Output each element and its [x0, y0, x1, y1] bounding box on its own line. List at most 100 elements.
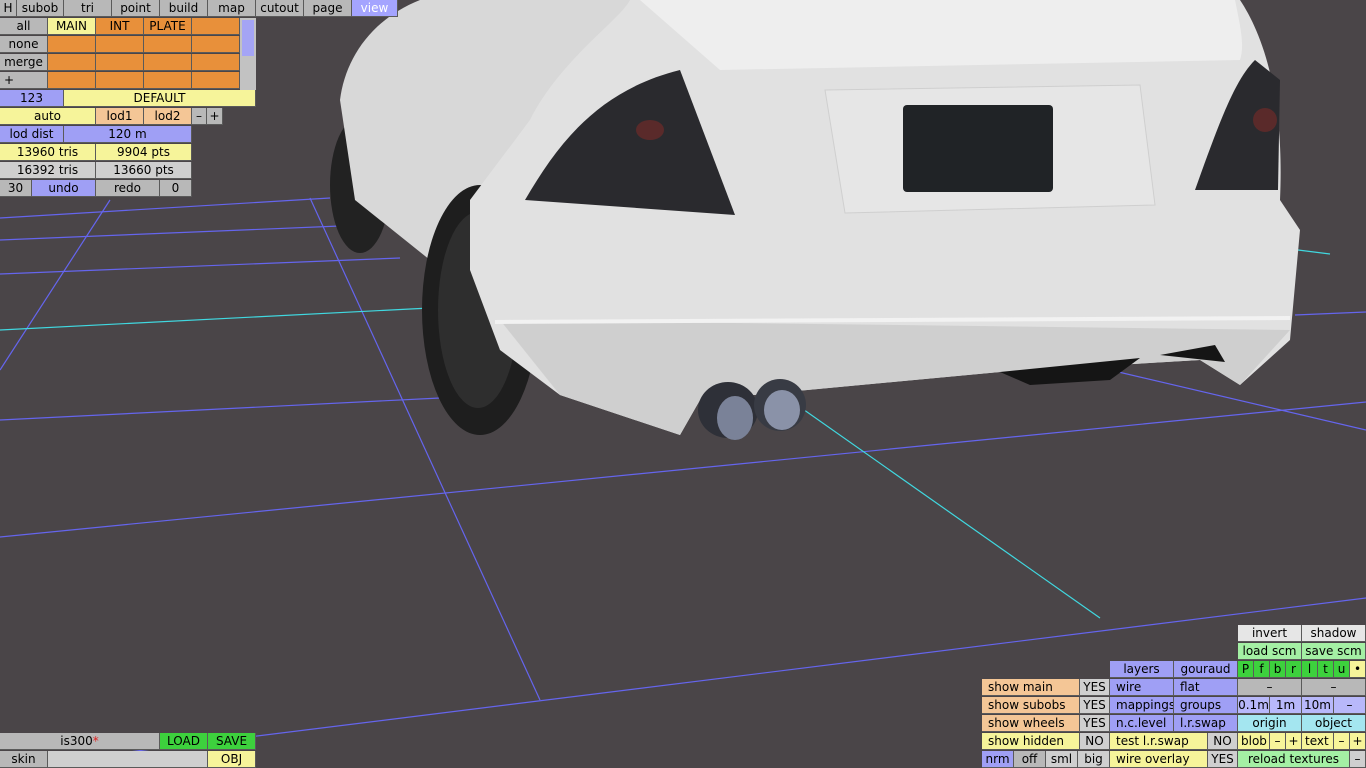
wire-overlay-value[interactable]: YES	[1208, 751, 1238, 768]
layer-cell[interactable]	[48, 72, 96, 89]
menu-point[interactable]: point	[112, 0, 160, 17]
lod2-button[interactable]: lod2	[144, 108, 192, 125]
layer-cell[interactable]	[192, 72, 240, 89]
flag-u[interactable]: u	[1334, 661, 1350, 678]
menu-cutout[interactable]: cutout	[256, 0, 304, 17]
layer-row-merge[interactable]: merge	[0, 54, 48, 71]
layer-row-add[interactable]: +	[0, 72, 48, 89]
layer-col-main[interactable]: MAIN	[48, 18, 96, 35]
menu-build[interactable]: build	[160, 0, 208, 17]
grid-size-10m[interactable]: 10m	[1302, 697, 1334, 714]
dash-button-1[interactable]: –	[1238, 679, 1302, 696]
text-minus-button[interactable]: –	[1334, 733, 1350, 750]
show-hidden-label[interactable]: show hidden	[982, 733, 1080, 750]
gouraud-button[interactable]: gouraud	[1174, 661, 1238, 678]
layers-button[interactable]: layers	[1110, 661, 1174, 678]
blob-minus-button[interactable]: –	[1270, 733, 1286, 750]
test-lrswap-button[interactable]: test l.r.swap	[1110, 733, 1208, 750]
load-scm-button[interactable]: load scm	[1238, 643, 1302, 660]
scrollbar-thumb[interactable]	[242, 20, 254, 56]
skin-field[interactable]	[48, 751, 208, 768]
grid-size-0-1m[interactable]: 0.1m	[1238, 697, 1270, 714]
layer-col-plate[interactable]: PLATE	[144, 18, 192, 35]
layer-row-none[interactable]: none	[0, 36, 48, 53]
object-number[interactable]: 123	[0, 90, 64, 107]
mappings-button[interactable]: mappings	[1110, 697, 1174, 714]
blob-plus-button[interactable]: +	[1286, 733, 1302, 750]
wire-button[interactable]: wire	[1110, 679, 1174, 696]
render-mode-big[interactable]: big	[1078, 751, 1110, 768]
h-button[interactable]: H	[0, 0, 17, 17]
origin-button[interactable]: origin	[1238, 715, 1302, 732]
grid-size-1m[interactable]: 1m	[1270, 697, 1302, 714]
menu-view[interactable]: view	[352, 0, 398, 17]
redo-count: 0	[160, 180, 192, 197]
obj-button[interactable]: OBJ	[208, 751, 256, 768]
lod1-button[interactable]: lod1	[96, 108, 144, 125]
layer-col-empty[interactable]	[192, 18, 240, 35]
show-hidden-value[interactable]: NO	[1080, 733, 1110, 750]
show-subobs-label[interactable]: show subobs	[982, 697, 1080, 714]
layer-cell[interactable]	[144, 72, 192, 89]
flag-r[interactable]: r	[1286, 661, 1302, 678]
flag-t[interactable]: t	[1318, 661, 1334, 678]
flag-l[interactable]: l	[1302, 661, 1318, 678]
object-button[interactable]: object	[1302, 715, 1366, 732]
menu-tri[interactable]: tri	[64, 0, 112, 17]
layer-cell[interactable]	[96, 54, 144, 71]
reload-minus-button[interactable]: –	[1350, 751, 1366, 768]
filename-field[interactable]: is300*	[0, 733, 160, 750]
layer-col-int[interactable]: INT	[96, 18, 144, 35]
nclevel-button[interactable]: n.c.level	[1110, 715, 1174, 732]
groups-button[interactable]: groups	[1174, 697, 1238, 714]
menu-page[interactable]: page	[304, 0, 352, 17]
lrswap-button[interactable]: l.r.swap	[1174, 715, 1238, 732]
render-mode-nrm[interactable]: nrm	[982, 751, 1014, 768]
reload-textures-button[interactable]: reload textures	[1238, 751, 1350, 768]
test-lrswap-value[interactable]: NO	[1208, 733, 1238, 750]
blob-button[interactable]: blob	[1238, 733, 1270, 750]
layer-row-all[interactable]: all	[0, 18, 48, 35]
show-main-label[interactable]: show main	[982, 679, 1080, 696]
layer-cell[interactable]	[144, 54, 192, 71]
layer-cell[interactable]	[192, 36, 240, 53]
lod-auto-button[interactable]: auto	[0, 108, 96, 125]
save-scm-button[interactable]: save scm	[1302, 643, 1366, 660]
menu-subob[interactable]: subob	[17, 0, 64, 17]
grid-size-minus[interactable]: –	[1334, 697, 1366, 714]
flat-button[interactable]: flat	[1174, 679, 1238, 696]
invert-button[interactable]: invert	[1238, 625, 1302, 642]
lod-minus-button[interactable]: –	[192, 108, 207, 125]
layer-cell[interactable]	[192, 54, 240, 71]
text-button[interactable]: text	[1302, 733, 1334, 750]
render-mode-off[interactable]: off	[1014, 751, 1046, 768]
flag-f[interactable]: f	[1254, 661, 1270, 678]
save-button[interactable]: SAVE	[208, 733, 256, 750]
text-plus-button[interactable]: +	[1350, 733, 1366, 750]
show-main-value[interactable]: YES	[1080, 679, 1110, 696]
lod-dist-label[interactable]: lod dist	[0, 126, 64, 143]
layer-cell[interactable]	[48, 36, 96, 53]
redo-button[interactable]: redo	[96, 180, 160, 197]
show-wheels-label[interactable]: show wheels	[982, 715, 1080, 732]
show-wheels-value[interactable]: YES	[1080, 715, 1110, 732]
layer-cell[interactable]	[96, 72, 144, 89]
dash-button-2[interactable]: –	[1302, 679, 1366, 696]
layer-cell[interactable]	[96, 36, 144, 53]
object-name[interactable]: DEFAULT	[64, 90, 256, 107]
load-button[interactable]: LOAD	[160, 733, 208, 750]
undo-button[interactable]: undo	[32, 180, 96, 197]
lod-plus-button[interactable]: +	[207, 108, 223, 125]
flag-dot[interactable]: •	[1350, 661, 1366, 678]
show-subobs-value[interactable]: YES	[1080, 697, 1110, 714]
shadow-button[interactable]: shadow	[1302, 625, 1366, 642]
layer-scrollbar[interactable]	[240, 18, 256, 90]
layer-cell[interactable]	[48, 54, 96, 71]
layer-cell[interactable]	[144, 36, 192, 53]
flag-p[interactable]: P	[1238, 661, 1254, 678]
lod-dist-value[interactable]: 120 m	[64, 126, 192, 143]
menu-map[interactable]: map	[208, 0, 256, 17]
flag-b[interactable]: b	[1270, 661, 1286, 678]
wire-overlay-button[interactable]: wire overlay	[1110, 751, 1208, 768]
render-mode-sml[interactable]: sml	[1046, 751, 1078, 768]
